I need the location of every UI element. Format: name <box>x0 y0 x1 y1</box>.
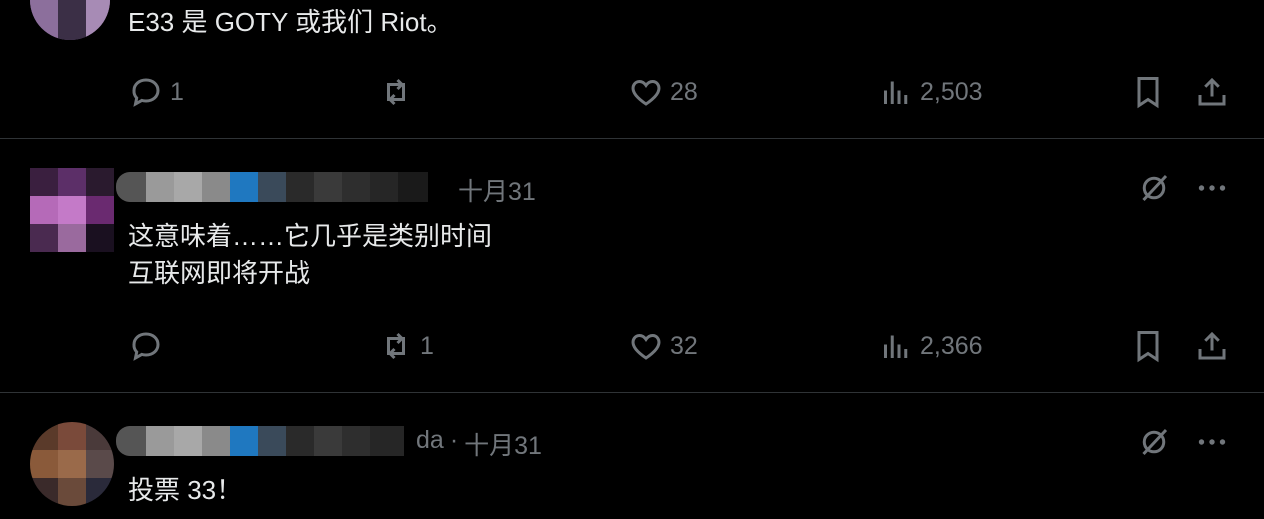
more-icon <box>1198 185 1226 191</box>
avatar[interactable] <box>30 168 114 252</box>
like-count: 32 <box>670 331 698 360</box>
reply-button[interactable]: 1 <box>128 74 184 110</box>
divider <box>0 138 1264 139</box>
like-button[interactable]: 28 <box>628 74 698 110</box>
more-button[interactable] <box>1194 170 1230 211</box>
views-icon <box>884 81 908 104</box>
grok-icon <box>1142 428 1168 456</box>
avatar[interactable] <box>30 0 110 40</box>
bookmark-icon <box>1137 331 1159 363</box>
tweet-text: 投票 33！ <box>128 475 243 505</box>
more-icon <box>1198 439 1226 445</box>
views-icon <box>884 335 908 358</box>
tweet-text: 这意味着……它几乎是类别时间 互联网即将开战 <box>128 221 493 288</box>
tweet-text: E33 是 GOTY 或我们 Riot。 <box>128 7 453 37</box>
share-icon <box>1198 331 1226 360</box>
views-button[interactable]: 2,503 <box>878 74 983 110</box>
reply-count: 1 <box>170 77 184 106</box>
grok-icon <box>1142 174 1168 202</box>
repost-button[interactable]: 1 <box>378 328 434 364</box>
repost-count: 1 <box>420 331 434 360</box>
share-button[interactable] <box>1194 74 1230 115</box>
views-count: 2,503 <box>920 77 983 106</box>
author-name[interactable] <box>116 172 428 202</box>
bookmark-icon <box>1137 77 1159 109</box>
like-button[interactable]: 32 <box>628 328 698 364</box>
grok-button[interactable] <box>1136 170 1172 211</box>
share-button[interactable] <box>1194 328 1230 369</box>
grok-button[interactable] <box>1136 424 1172 465</box>
reply-icon <box>132 332 160 361</box>
bookmark-button[interactable] <box>1130 74 1166 115</box>
repost-icon <box>387 332 405 360</box>
repost-button[interactable] <box>378 74 420 110</box>
tweet-date[interactable]: 十月31 <box>458 172 536 208</box>
avatar[interactable] <box>30 422 114 506</box>
reply-button[interactable] <box>128 328 170 364</box>
tweet-date[interactable]: 十月31 <box>464 426 542 462</box>
share-icon <box>1198 77 1226 106</box>
divider <box>0 392 1264 393</box>
heart-icon <box>631 79 661 106</box>
repost-icon <box>387 78 405 106</box>
views-count: 2,366 <box>920 331 983 360</box>
heart-icon <box>631 333 661 360</box>
like-count: 28 <box>670 77 698 106</box>
handle-tail[interactable]: da <box>416 426 444 462</box>
author-name[interactable] <box>116 426 404 456</box>
reply-icon <box>132 78 160 107</box>
bookmark-button[interactable] <box>1130 328 1166 369</box>
author-handle[interactable]: da · 十月31 <box>416 426 542 462</box>
more-button[interactable] <box>1194 424 1230 465</box>
separator: · <box>449 426 459 454</box>
views-button[interactable]: 2,366 <box>878 328 983 364</box>
